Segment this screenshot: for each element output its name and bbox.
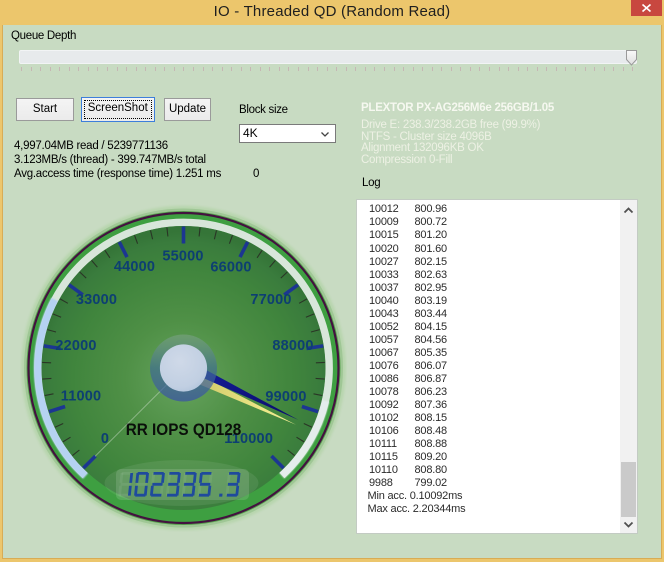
svg-text:33000: 33000: [76, 292, 117, 308]
svg-text:0: 0: [101, 431, 109, 447]
svg-text:77000: 77000: [250, 292, 291, 308]
svg-text:55000: 55000: [162, 249, 203, 265]
svg-text:11000: 11000: [61, 389, 102, 405]
svg-text:44000: 44000: [114, 259, 155, 275]
svg-text:88000: 88000: [272, 338, 313, 354]
svg-text:99000: 99000: [265, 389, 306, 405]
svg-text:RR IOPS QD128: RR IOPS QD128: [126, 420, 242, 439]
svg-text:22000: 22000: [55, 338, 96, 354]
svg-text:66000: 66000: [210, 260, 251, 276]
